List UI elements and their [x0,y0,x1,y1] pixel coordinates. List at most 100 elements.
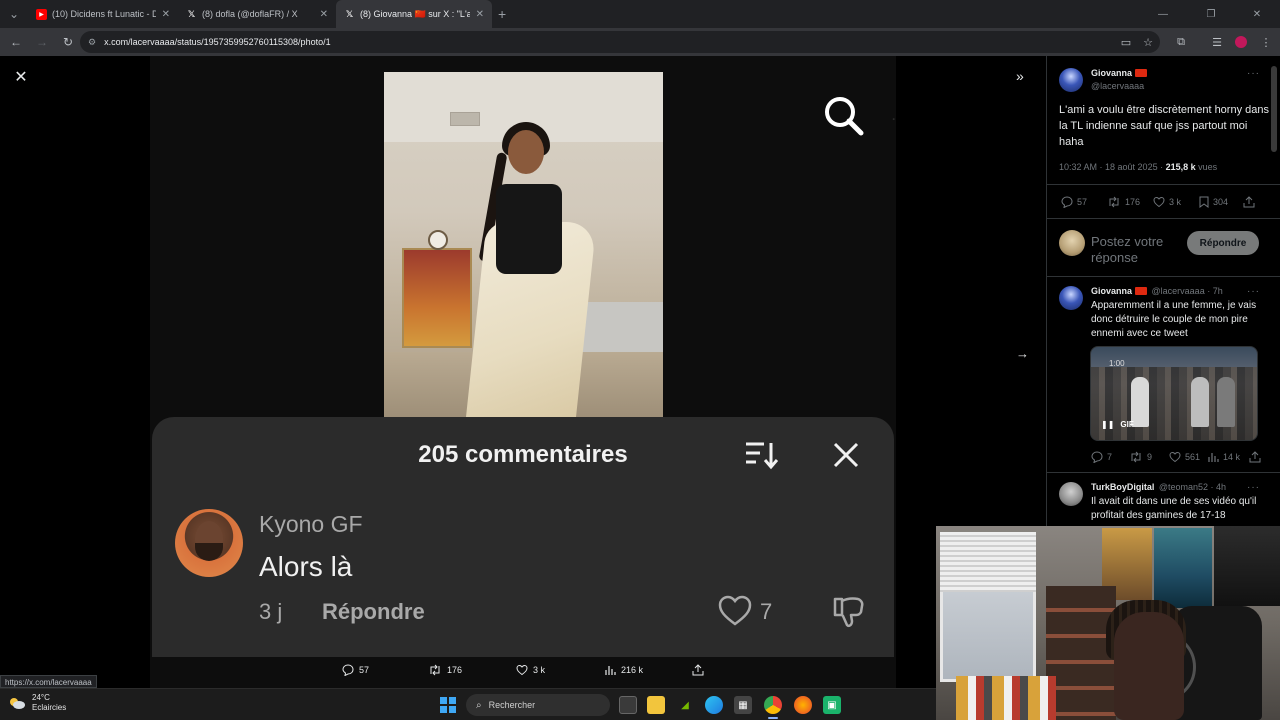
avatar[interactable] [1059,482,1083,506]
reply-stat[interactable]: 7 [1091,451,1112,463]
comment-author[interactable]: Kyono GF [259,511,363,538]
repost-icon [1131,451,1141,463]
store-icon[interactable]: ▦ [734,696,752,714]
like-count: 7 [760,599,773,624]
gif-attachment[interactable]: 1:00 ❚❚ GIF [1090,346,1258,441]
webcam-overlay [936,526,1280,720]
new-tab-button[interactable]: + [498,6,506,22]
tab-search-button[interactable]: ⌄ [0,0,28,28]
views-stat[interactable]: 14 k [1207,451,1240,463]
avatar[interactable] [1059,68,1083,92]
repost-icon [430,664,440,676]
avatar[interactable] [1059,286,1083,310]
share-icon [1249,451,1261,463]
close-icon[interactable]: ✕ [476,9,484,20]
more-icon[interactable]: ··· [1247,482,1260,493]
divider [1047,276,1280,277]
reply-submit-button[interactable]: Répondre [1187,231,1259,255]
restore-button[interactable]: ❐ [1188,0,1234,28]
app-icon[interactable]: ▣ [823,696,841,714]
reply-author[interactable]: TurkBoyDigital @teoman52 · 4h [1091,482,1226,492]
more-icon[interactable]: ··· [1247,286,1260,297]
repost-stat[interactable]: 176 [1107,196,1140,208]
reply-icon [1091,451,1103,463]
site-info-icon[interactable]: ⚙ [88,37,96,48]
active-indicator [768,717,778,719]
reply-input[interactable]: Postez votre réponse [1091,234,1187,264]
start-button[interactable] [440,697,456,713]
divider [1047,218,1280,219]
like-stat[interactable]: 561 [1169,451,1200,463]
tab-label: (8) Giovanna 🇨🇳 sur X : "L'ami a… [360,8,470,19]
reply-action[interactable]: 57 [342,664,369,676]
reply-text: Apparemment il a une femme, je vais donc… [1091,300,1257,339]
reply-handle: @teoman52 · 4h [1158,482,1227,492]
window-close-button[interactable]: ✕ [1234,0,1280,28]
profile-avatar[interactable] [1230,28,1252,56]
close-icon[interactable] [832,441,860,469]
forward-button[interactable]: → [30,28,54,56]
repost-stat[interactable]: 9 [1129,451,1152,463]
reply-author[interactable]: Giovanna @lacervaaaa · 7h [1091,286,1223,296]
heart-icon [1169,451,1181,463]
close-media-button[interactable]: ✕ [12,68,30,86]
views-chart-icon [1208,453,1219,462]
cast-icon[interactable]: ▭ [1115,28,1137,56]
tweet-time[interactable]: 10:32 AM · 18 août 2025 · [1059,162,1166,172]
comments-title: 205 commentaires [418,441,628,468]
reply-count: 57 [359,665,370,675]
collapse-sidebar-icon[interactable]: » [1016,68,1024,84]
reply-button[interactable]: Répondre [322,599,425,625]
gif-time: 1:00 [1109,359,1125,368]
tweet-views-label: vues [1195,162,1218,172]
file-explorer-icon[interactable] [647,696,665,714]
tab-dofla[interactable]: 𝕏 (8) dofla (@doflaFR) / X ✕ [178,0,336,28]
pause-icon[interactable]: ❚❚ [1101,420,1114,429]
like-action[interactable]: 3 k [516,664,545,676]
close-icon[interactable]: ✕ [320,9,328,20]
tweet-author[interactable]: Giovanna [1091,68,1148,78]
sort-icon[interactable] [744,439,778,471]
browser-menu-icon[interactable]: ⋮ [1255,28,1277,56]
toolbar: ← → ↻ ⚙ x.com/lacervaaaa/status/19573599… [0,28,1280,56]
reload-button[interactable]: ↻ [56,28,80,56]
bookmark-stat[interactable]: 304 [1199,196,1228,208]
thumbs-down-icon[interactable] [832,595,866,629]
back-button[interactable]: ← [4,28,28,56]
media-viewer: · ✕ » → 205 commentaires Kyono GF Alors … [0,56,1046,688]
media-video[interactable] [384,72,663,422]
like-stat[interactable]: 3 k [1153,196,1181,208]
extensions-icon[interactable]: ⧉ [1170,28,1192,56]
youtube-icon: ▶ [36,8,47,20]
more-icon[interactable]: ··· [1247,68,1260,79]
taskbar-search[interactable]: ⌕ Rechercher [466,694,610,716]
tweet-handle[interactable]: @lacervaaaa [1091,81,1144,91]
firefox-icon[interactable] [794,696,812,714]
reading-list-icon[interactable]: ☰ [1206,28,1228,56]
share-action[interactable] [692,664,709,676]
heart-icon[interactable] [718,595,752,627]
minimize-button[interactable]: — [1140,0,1186,28]
close-icon[interactable]: ✕ [162,9,170,20]
bookmark-star-icon[interactable]: ☆ [1137,28,1159,56]
task-view-icon[interactable] [619,696,637,714]
chrome-icon[interactable] [764,696,782,714]
reply-stat[interactable]: 57 [1061,196,1087,208]
tab-youtube[interactable]: ▶ (10) Dicidens ft Lunatic - De la… ✕ [28,0,178,28]
weather-desc: Eclaircies [32,703,67,712]
weather-widget[interactable]: 24°C Eclaircies [8,693,66,713]
views-action[interactable]: 216 k [604,664,643,676]
share-stat[interactable] [1243,196,1259,208]
nvidia-icon[interactable]: ◢ [676,696,694,714]
tweet-meta: 10:32 AM · 18 août 2025 · 215,8 k vues [1059,162,1217,172]
repost-action[interactable]: 176 [428,664,462,676]
scrollbar[interactable] [1271,66,1277,152]
avatar[interactable] [175,509,243,577]
next-media-arrow-icon[interactable]: → [1016,346,1029,361]
edge-icon[interactable] [705,696,723,714]
address-bar[interactable]: ⚙ x.com/lacervaaaa/status/19573599527601… [80,31,1160,53]
avatar [1059,230,1085,256]
share-stat[interactable] [1249,451,1265,463]
heart-icon [1153,196,1165,208]
tab-giovanna[interactable]: 𝕏 (8) Giovanna 🇨🇳 sur X : "L'ami a… ✕ [336,0,492,28]
